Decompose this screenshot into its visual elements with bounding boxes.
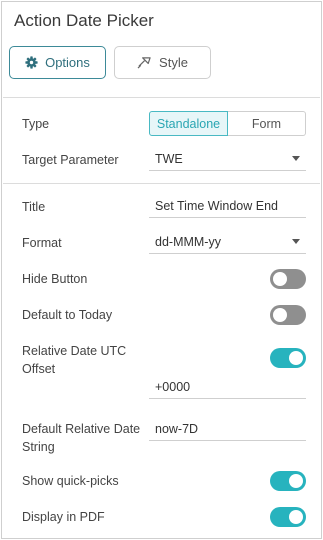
type-label: Type	[22, 117, 50, 131]
show-quick-picks-toggle[interactable]	[270, 471, 306, 491]
type-option-form[interactable]: Form	[228, 111, 306, 136]
toggle-knob	[273, 272, 287, 286]
relative-utc-offset-toggle[interactable]	[270, 348, 306, 368]
utc-offset-input[interactable]: +0000	[149, 375, 306, 399]
display-in-pdf-label: Display in PDF	[22, 510, 105, 524]
type-option-standalone[interactable]: Standalone	[149, 111, 228, 136]
title-input-value: Set Time Window End	[155, 198, 278, 213]
default-relative-date-label: Default Relative Date String	[22, 420, 140, 456]
default-to-today-label: Default to Today	[22, 308, 113, 322]
toggle-knob	[289, 474, 303, 488]
default-relative-date-label-line2: String	[22, 440, 55, 454]
options-button[interactable]: Options	[9, 46, 106, 79]
default-to-today-toggle[interactable]	[270, 305, 306, 325]
options-button-label: Options	[45, 55, 90, 70]
divider	[3, 183, 320, 184]
toggle-knob	[289, 510, 303, 524]
panel-title: Action Date Picker	[14, 11, 154, 30]
title-label: Title	[22, 200, 46, 214]
target-parameter-label: Target Parameter	[22, 153, 119, 167]
default-relative-date-input[interactable]: now-7D	[149, 417, 306, 441]
relative-utc-offset-label-line1: Relative Date UTC	[22, 344, 127, 358]
chevron-down-icon	[292, 239, 300, 244]
show-quick-picks-label: Show quick-picks	[22, 474, 119, 488]
format-label: Format	[22, 236, 62, 250]
style-button[interactable]: Style	[114, 46, 211, 79]
toggle-knob	[273, 308, 287, 322]
utc-offset-value: +0000	[155, 379, 191, 394]
default-relative-date-value: now-7D	[155, 421, 199, 436]
default-relative-date-label-line1: Default Relative Date	[22, 422, 141, 436]
paint-brush-icon	[137, 56, 152, 69]
hide-button-toggle[interactable]	[270, 269, 306, 289]
relative-utc-offset-label: Relative Date UTC Offset	[22, 342, 126, 378]
chevron-down-icon	[292, 156, 300, 161]
toggle-knob	[289, 351, 303, 365]
style-button-label: Style	[159, 55, 188, 70]
settings-panel: Action Date Picker Options Style Type St…	[1, 1, 322, 539]
divider	[3, 97, 320, 98]
gear-icon	[25, 56, 38, 69]
display-in-pdf-toggle[interactable]	[270, 507, 306, 527]
format-select[interactable]: dd-MMM-yy	[149, 230, 306, 254]
relative-utc-offset-label-line2: Offset	[22, 362, 56, 376]
title-input[interactable]: Set Time Window End	[149, 194, 306, 218]
format-value: dd-MMM-yy	[155, 234, 221, 249]
hide-button-label: Hide Button	[22, 272, 88, 286]
target-parameter-select[interactable]: TWE	[149, 147, 306, 171]
type-segmented-control: Standalone Form	[149, 111, 306, 136]
target-parameter-value: TWE	[155, 151, 183, 166]
